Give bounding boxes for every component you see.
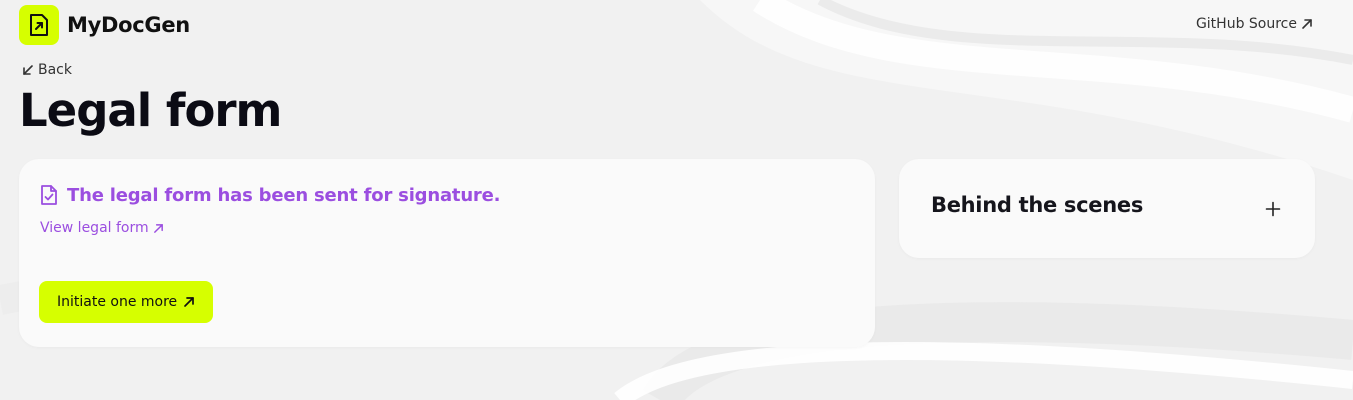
success-text: The legal form has been sent for signatu…	[67, 184, 501, 206]
initiate-button-label: Initiate one more	[57, 294, 178, 310]
initiate-one-more-button[interactable]: Initiate one more	[39, 281, 214, 323]
logo-icon	[19, 5, 59, 45]
success-message: The legal form has been sent for signatu…	[40, 184, 500, 206]
page-title: Legal form	[19, 84, 282, 137]
arrow-up-right-icon	[153, 223, 163, 233]
top-header: MyDocGen GitHub Source	[19, 4, 1313, 46]
brand-name: MyDocGen	[67, 13, 190, 37]
back-label: Back	[38, 62, 72, 78]
brand[interactable]: MyDocGen	[19, 5, 190, 45]
back-link[interactable]: Back	[22, 62, 72, 78]
document-check-icon	[41, 185, 57, 205]
view-legal-form-link[interactable]: View legal form	[40, 220, 164, 236]
view-legal-form-label: View legal form	[40, 220, 149, 236]
arrow-up-right-icon	[184, 297, 195, 307]
github-source-link[interactable]: GitHub Source	[1196, 16, 1313, 32]
behind-the-scenes-card[interactable]: Behind the scenes	[899, 159, 1315, 258]
arrow-up-right-icon	[1302, 19, 1312, 29]
status-card: The legal form has been sent for signatu…	[19, 159, 875, 347]
behind-the-scenes-title: Behind the scenes	[931, 193, 1144, 217]
plus-icon	[1265, 201, 1281, 217]
arrow-down-left-icon	[23, 65, 33, 75]
github-source-label: GitHub Source	[1195, 16, 1297, 32]
expand-toggle-button[interactable]	[1261, 197, 1285, 221]
